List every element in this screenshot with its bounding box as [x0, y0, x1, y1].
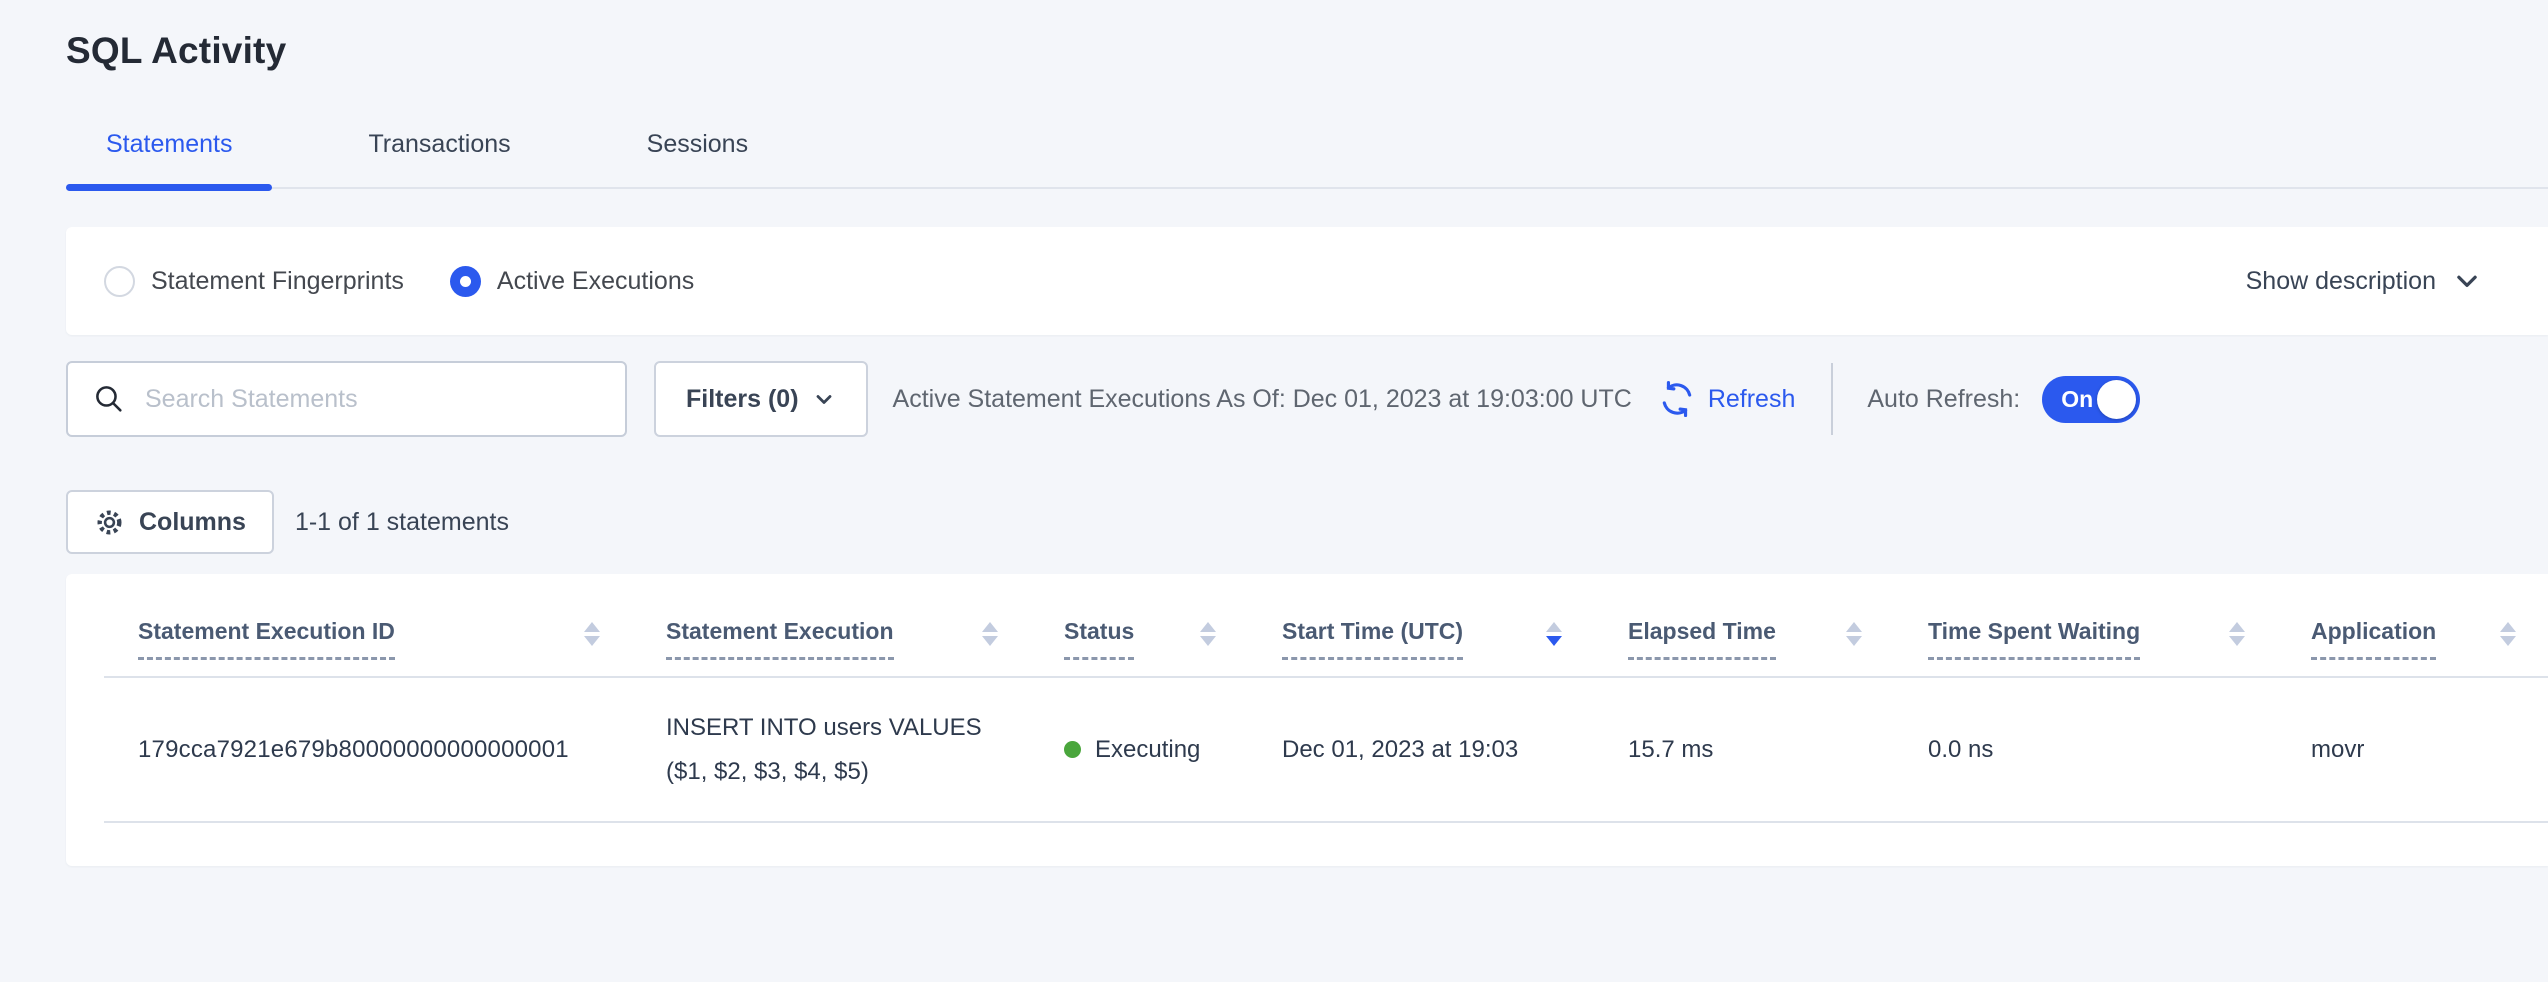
radio-label: Active Executions — [497, 267, 694, 296]
toggle-state-label: On — [2061, 386, 2093, 413]
cell-start-time: Dec 01, 2023 at 19:03 — [1248, 677, 1594, 822]
auto-refresh-label: Auto Refresh: — [1867, 385, 2020, 414]
gear-icon — [94, 507, 125, 538]
tab-transactions[interactable]: Transactions — [328, 130, 550, 187]
divider — [1831, 363, 1833, 435]
radio-unselected-icon[interactable] — [104, 266, 135, 297]
header-application[interactable]: Application — [2277, 574, 2548, 677]
columns-label: Columns — [139, 508, 246, 537]
page-title: SQL Activity — [66, 30, 2548, 72]
cell-execution-id[interactable]: 179cca7921e679b80000000000000001 — [138, 736, 569, 763]
radio-statement-fingerprints[interactable]: Statement Fingerprints — [104, 266, 404, 297]
sort-arrows-icon[interactable] — [2500, 622, 2516, 646]
sort-arrows-icon[interactable] — [1200, 622, 1216, 646]
tab-statements[interactable]: Statements — [66, 130, 272, 187]
controls-row: Filters (0) Active Statement Executions … — [66, 361, 2548, 437]
radio-label: Statement Fingerprints — [151, 267, 404, 296]
auto-refresh-toggle[interactable]: On — [2042, 376, 2140, 423]
refresh-button[interactable]: Refresh — [1658, 380, 1796, 418]
search-box[interactable] — [66, 361, 627, 437]
search-icon — [92, 382, 126, 416]
columns-button[interactable]: Columns — [66, 490, 274, 554]
view-mode-card: Statement Fingerprints Active Executions… — [66, 227, 2548, 335]
as-of-timestamp: Active Statement Executions As Of: Dec 0… — [893, 385, 1632, 414]
cell-status: Executing — [1095, 736, 1200, 764]
tab-bar: Statements Transactions Sessions — [66, 130, 2548, 189]
sort-arrows-icon[interactable] — [1546, 622, 1562, 646]
status-dot-icon — [1064, 741, 1081, 758]
radio-selected-icon[interactable] — [450, 266, 481, 297]
cell-time-spent-waiting: 0.0 ns — [1894, 677, 2277, 822]
statements-table-card: Statement Execution ID Statement Executi… — [66, 574, 2548, 866]
sort-arrows-icon[interactable] — [2229, 622, 2245, 646]
filters-label: Filters (0) — [686, 385, 799, 414]
toggle-knob-icon[interactable] — [2097, 380, 2136, 419]
sort-arrows-icon[interactable] — [982, 622, 998, 646]
table-row[interactable]: 179cca7921e679b80000000000000001 INSERT … — [104, 677, 2548, 822]
search-input[interactable] — [143, 384, 607, 415]
cell-elapsed-time: 15.7 ms — [1594, 677, 1894, 822]
active-executions-table: Statement Execution ID Statement Executi… — [104, 574, 2548, 823]
cell-statement: INSERT INTO users VALUES ($1, $2, $3, $4… — [666, 706, 1010, 794]
refresh-label: Refresh — [1708, 385, 1796, 414]
result-count: 1-1 of 1 statements — [295, 508, 509, 537]
radio-active-executions[interactable]: Active Executions — [450, 266, 694, 297]
header-statement-execution-id[interactable]: Statement Execution ID — [104, 574, 632, 677]
sort-arrows-icon[interactable] — [584, 622, 600, 646]
header-statement-execution[interactable]: Statement Execution — [632, 574, 1030, 677]
filters-button[interactable]: Filters (0) — [654, 361, 868, 437]
header-elapsed-time[interactable]: Elapsed Time — [1594, 574, 1894, 677]
cell-application: movr — [2277, 677, 2548, 822]
chevron-down-icon — [812, 387, 836, 411]
table-toolbar: Columns 1-1 of 1 statements — [66, 490, 2548, 554]
tab-sessions[interactable]: Sessions — [607, 130, 788, 187]
header-status[interactable]: Status — [1030, 574, 1248, 677]
refresh-icon — [1658, 380, 1696, 418]
sql-activity-page: SQL Activity Statements Transactions Ses… — [0, 0, 2548, 866]
header-time-spent-waiting[interactable]: Time Spent Waiting — [1894, 574, 2277, 677]
sort-arrows-icon[interactable] — [1846, 622, 1862, 646]
chevron-down-icon — [2452, 266, 2482, 296]
show-description-label: Show description — [2246, 267, 2436, 296]
header-start-time[interactable]: Start Time (UTC) — [1248, 574, 1594, 677]
table-header-row: Statement Execution ID Statement Executi… — [104, 574, 2548, 677]
show-description-toggle[interactable]: Show description — [2246, 266, 2482, 296]
